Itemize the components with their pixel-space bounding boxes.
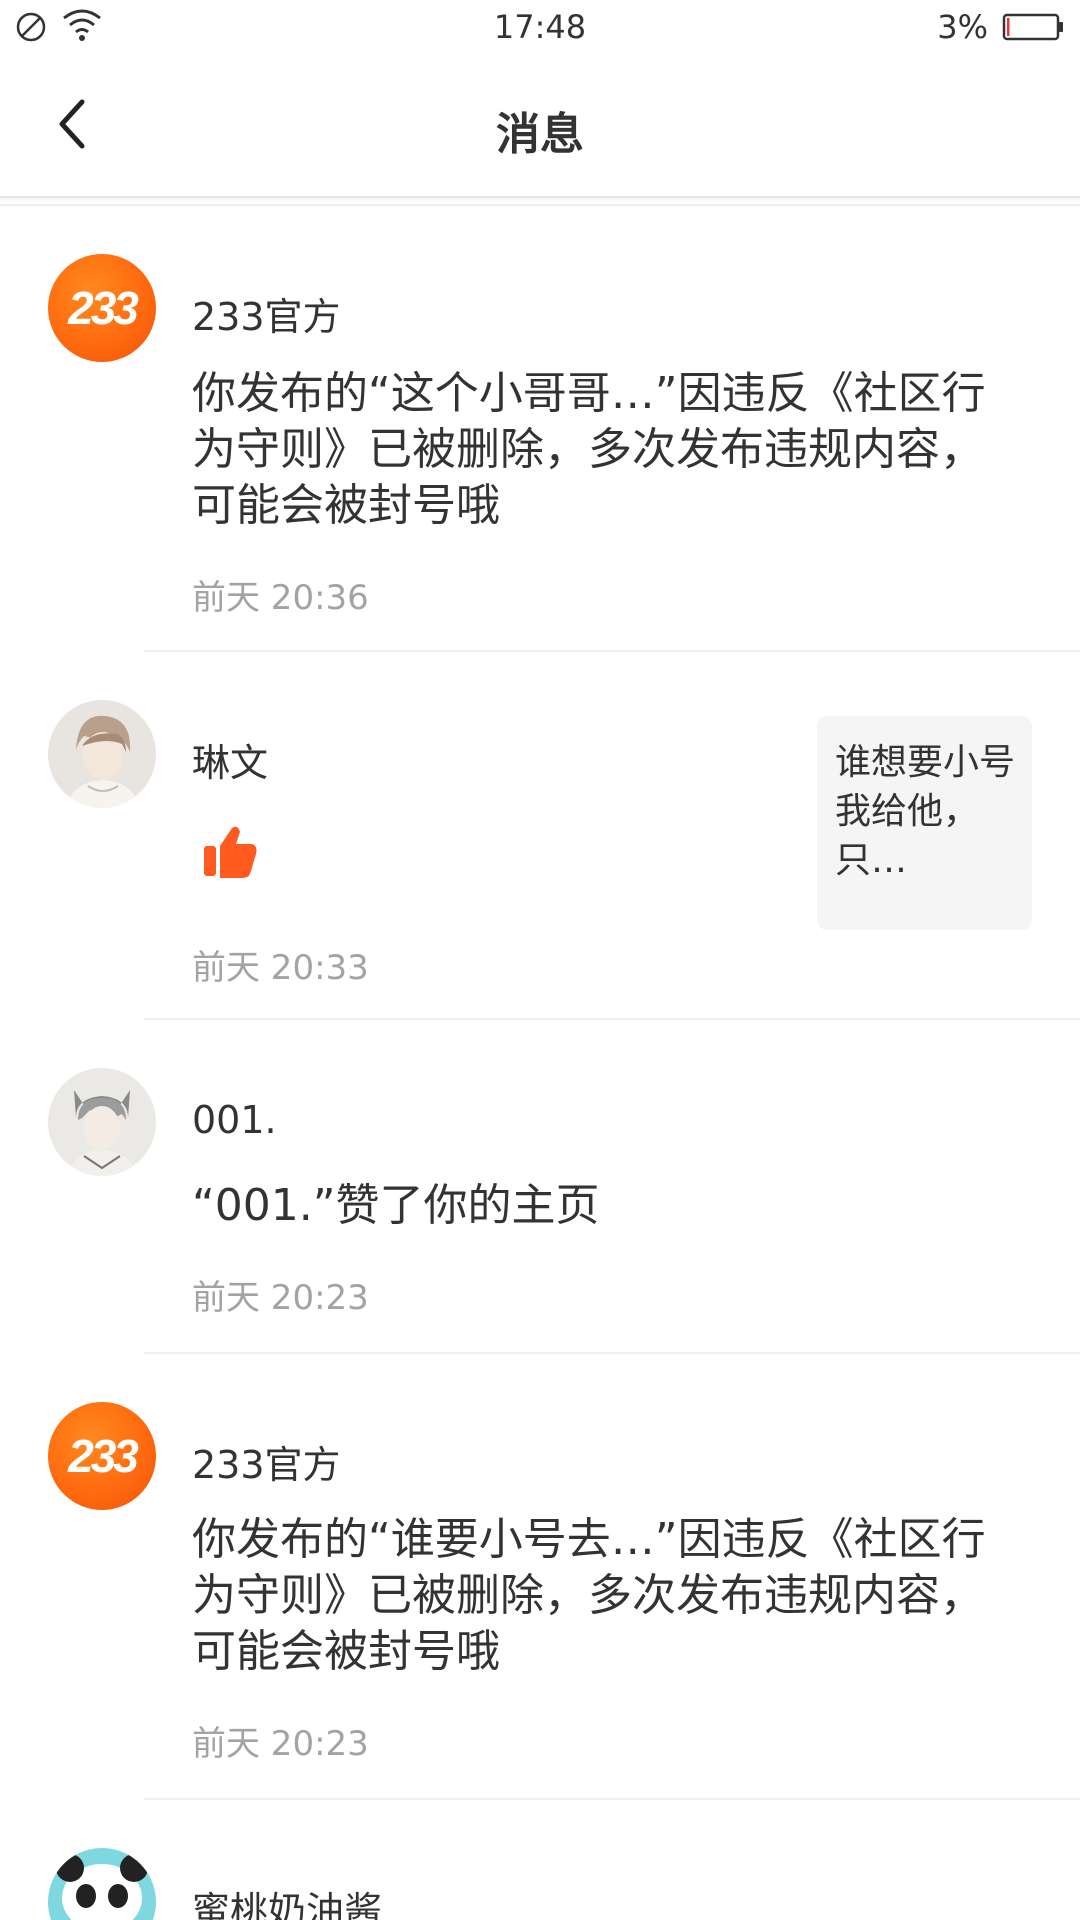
official-avatar[interactable]: 233: [48, 1402, 156, 1510]
message-time: 前天 20:23: [192, 1724, 369, 1764]
message-list[interactable]: 233 233官方 你发布的“这个小哥哥…”因违反《社区行为守则》已被删除，多次…: [0, 206, 1080, 1920]
post-preview-card[interactable]: 谁想要小号我给他，只…: [817, 716, 1032, 930]
avatar-logo-text: 233: [68, 1430, 139, 1482]
message-body: “001.”赞了你的主页: [192, 1180, 600, 1231]
sender-name: 蜜桃奶油酱: [192, 1889, 383, 1920]
sender-name: 233官方: [192, 295, 341, 339]
sender-name: 琳文: [192, 741, 269, 785]
battery-fill: [1007, 18, 1010, 36]
avatar-logo-text: 233: [68, 282, 139, 334]
message-item[interactable]: 233 233官方 你发布的“这个小哥哥…”因违反《社区行为守则》已被删除，多次…: [0, 206, 1080, 652]
app-bar: 消息: [0, 56, 1080, 198]
page-title: 消息: [496, 109, 584, 160]
avatar-image: [48, 700, 156, 808]
messages-screen: 17:48 3% 消息 233 233官方 你发布的“这个小哥哥…”因违反《社区…: [0, 0, 1080, 1920]
user-avatar-001[interactable]: [48, 1068, 156, 1176]
status-bar: 17:48 3%: [0, 0, 1080, 56]
message-time: 前天 20:33: [192, 948, 369, 988]
avatar-image: [48, 1068, 156, 1176]
message-item[interactable]: 233 233官方 你发布的“谁要小号去…”因违反《社区行为守则》已被删除，多次…: [0, 1354, 1080, 1800]
message-time: 前天 20:36: [192, 578, 369, 618]
sender-name: 001.: [192, 1098, 277, 1142]
thumb-like-icon: [204, 826, 257, 878]
message-body: 你发布的“这个小哥哥…”因违反《社区行为守则》已被删除，多次发布违规内容，可能会…: [192, 368, 986, 531]
battery-icon: [1002, 13, 1063, 41]
avatar-image: [48, 1848, 156, 1920]
message-item[interactable]: 001. “001.”赞了你的主页 前天 20:23: [0, 1020, 1080, 1354]
message-body: 你发布的“谁要小号去…”因违反《社区行为守则》已被删除，多次发布违规内容，可能会…: [192, 1514, 986, 1677]
user-avatar-peach[interactable]: [48, 1848, 156, 1920]
battery-percent: 3%: [937, 8, 988, 46]
status-time: 17:48: [493, 8, 587, 46]
official-avatar[interactable]: 233: [48, 254, 156, 362]
message-item[interactable]: 蜜桃奶油酱: [0, 1800, 1080, 1920]
message-item[interactable]: 琳文 谁想要小号我给他，只… 前天 20:33: [0, 652, 1080, 1020]
sender-name: 233官方: [192, 1443, 341, 1487]
user-avatar-linwen[interactable]: [48, 700, 156, 808]
message-time: 前天 20:23: [192, 1278, 369, 1318]
